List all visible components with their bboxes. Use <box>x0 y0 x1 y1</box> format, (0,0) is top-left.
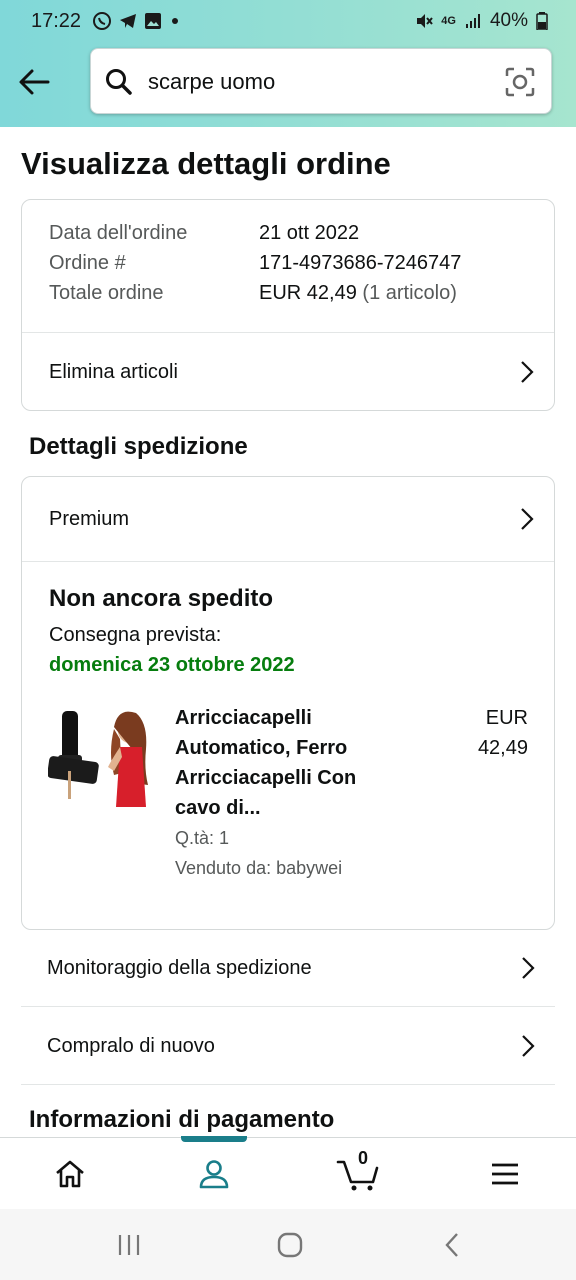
order-number-label: Ordine # <box>49 252 126 274</box>
active-tab-indicator <box>181 1136 247 1142</box>
remove-items-link[interactable]: Elimina articoli <box>49 334 534 410</box>
search-bar[interactable]: scarpe uomo <box>90 48 552 114</box>
order-summary-card: Data dell'ordine 21 ott 2022 Ordine # 17… <box>21 199 555 411</box>
order-number-value: 171-4973686-7246747 <box>259 252 462 274</box>
order-date-label: Data dell'ordine <box>49 222 188 244</box>
nav-menu[interactable] <box>481 1154 529 1194</box>
premium-link[interactable]: Premium <box>49 477 534 561</box>
price-currency: EUR <box>485 707 528 729</box>
nav-home[interactable] <box>46 1154 94 1194</box>
chevron-right-icon <box>522 957 535 979</box>
product-price: EUR 42,49 <box>478 703 528 763</box>
dot-icon <box>172 18 178 24</box>
system-navigation-bar <box>0 1209 576 1280</box>
price-value: 42,49 <box>477 737 528 759</box>
search-icon <box>106 69 132 95</box>
chevron-right-icon <box>522 1035 535 1057</box>
whatsapp-icon <box>93 12 111 30</box>
search-input[interactable]: scarpe uomo <box>148 69 275 95</box>
buy-again-label: Compralo di nuovo <box>47 1034 215 1057</box>
order-total-items: (1 articolo) <box>362 282 457 304</box>
recent-apps-icon <box>118 1235 140 1255</box>
back-button[interactable] <box>14 62 54 102</box>
status-bar: 17:22 4G 40% <box>0 0 576 42</box>
network-type: 4G <box>441 14 456 27</box>
order-date-value: 21 ott 2022 <box>259 222 360 244</box>
shipment-card: Premium Non ancora spedito Consegna prev… <box>21 476 555 930</box>
recent-apps-button[interactable] <box>109 1229 149 1261</box>
menu-icon <box>492 1163 518 1185</box>
app-header: 17:22 4G 40% scarpe uomo <box>0 0 576 127</box>
divider <box>22 561 554 562</box>
product-quantity: Q.tà: 1 <box>175 828 230 848</box>
status-time: 17:22 <box>31 10 82 32</box>
payment-section-title: Informazioni di pagamento <box>29 1106 335 1133</box>
remove-items-label: Elimina articoli <box>49 360 178 383</box>
back-arrow-icon <box>19 69 50 95</box>
nav-account[interactable] <box>190 1154 238 1194</box>
cart-count: 0 <box>357 1148 368 1168</box>
home-icon <box>56 1160 84 1188</box>
product-thumbnail <box>47 703 152 807</box>
notification-icons <box>92 11 182 31</box>
delivery-date: domenica 23 ottobre 2022 <box>49 654 295 676</box>
camera-lens-icon[interactable] <box>505 67 535 97</box>
order-total-amount: EUR 42,49 <box>259 282 357 304</box>
product-image[interactable] <box>47 703 152 807</box>
battery-icon <box>536 12 548 30</box>
shipping-service-label: Premium <box>49 507 130 530</box>
mute-icon <box>417 14 434 28</box>
delivery-label: Consegna prevista: <box>49 624 222 646</box>
divider <box>22 332 554 333</box>
order-total-value: EUR 42,49 (1 articolo) <box>259 282 457 305</box>
bottom-navigation: 0 <box>0 1136 576 1209</box>
track-shipment-label: Monitoraggio della spedizione <box>47 956 312 979</box>
status-right-icons: 4G 40% <box>415 10 548 32</box>
page-title: Visualizza dettagli ordine <box>21 146 391 181</box>
gallery-icon <box>145 13 161 29</box>
shipping-section-title: Dettagli spedizione <box>29 433 248 460</box>
system-back-button[interactable] <box>432 1229 472 1261</box>
battery-percent: 40% <box>489 10 528 31</box>
home-circle-icon <box>277 1232 303 1258</box>
home-button[interactable] <box>270 1229 310 1261</box>
person-icon <box>199 1160 229 1189</box>
track-shipment-row[interactable]: Monitoraggio della spedizione <box>21 930 555 1007</box>
order-total-label: Totale ordine <box>49 282 164 304</box>
product-seller[interactable]: Venduto da: babywei <box>175 858 342 879</box>
back-chevron-icon <box>445 1233 458 1257</box>
signal-icon <box>465 14 480 28</box>
chevron-right-icon <box>521 361 534 383</box>
telegram-icon <box>120 14 136 28</box>
shipment-status: Non ancora spedito <box>49 585 274 612</box>
chevron-right-icon <box>521 508 534 530</box>
nav-cart[interactable]: 0 <box>333 1148 383 1194</box>
product-title[interactable]: Arricciacapelli Automatico, Ferro Arricc… <box>175 703 395 823</box>
buy-again-row[interactable]: Compralo di nuovo <box>21 1008 555 1085</box>
